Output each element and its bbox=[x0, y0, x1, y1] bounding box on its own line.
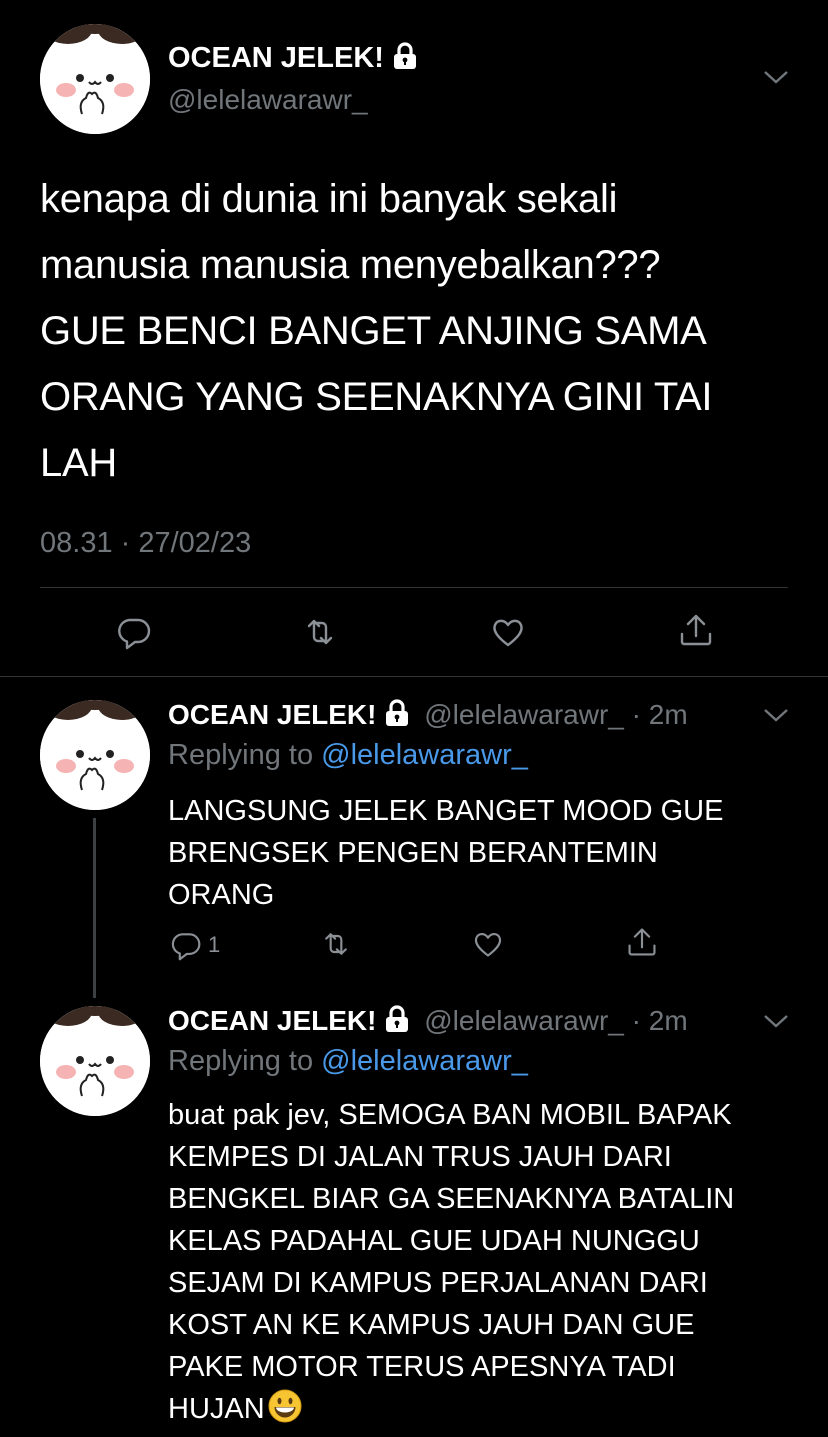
reply-count: 1 bbox=[208, 932, 221, 957]
avatar[interactable] bbox=[40, 700, 150, 810]
reply-line: PAKE MOTOR TERUS APESNYA TADI bbox=[168, 1351, 676, 1383]
author-line: OCEAN JELEK! bbox=[168, 40, 418, 79]
reply-header: OCEAN JELEK! @lelelawarawr_ · 2m bbox=[168, 698, 688, 735]
reply-icon[interactable] bbox=[170, 929, 202, 961]
chevron-down-icon[interactable] bbox=[762, 706, 790, 724]
tweet-line: LAH bbox=[40, 441, 117, 485]
lock-icon bbox=[392, 42, 418, 79]
chevron-down-icon[interactable] bbox=[762, 1012, 790, 1030]
replying-to: Replying to @lelelawarawr_ bbox=[168, 738, 528, 772]
reply-text: LANGSUNG JELEK BANGET MOOD GUE BRENGSEK … bbox=[168, 790, 723, 916]
timestamp[interactable]: 08.31 · 27/02/23 bbox=[40, 527, 251, 560]
chevron-down-icon[interactable] bbox=[762, 68, 790, 86]
display-name[interactable]: OCEAN JELEK! bbox=[168, 699, 376, 730]
divider bbox=[0, 676, 828, 677]
reply-line: HUJAN bbox=[168, 1393, 265, 1425]
tweet-line: kenapa di dunia ini banyak sekali bbox=[40, 177, 618, 221]
handle-time[interactable]: @lelelawarawr_ · 2m bbox=[424, 1005, 687, 1036]
reply-icon[interactable] bbox=[116, 614, 152, 650]
reply-line: SEJAM DI KAMPUS PERJALANAN DARI bbox=[168, 1267, 708, 1299]
reply-line: buat pak jev, SEMOGA BAN MOBIL BAPAK bbox=[168, 1099, 732, 1131]
avatar[interactable] bbox=[40, 1006, 150, 1116]
reply-line: BRENGSEK PENGEN BERANTEMIN bbox=[168, 837, 658, 869]
display-name[interactable]: OCEAN JELEK! bbox=[168, 42, 384, 74]
heart-icon[interactable] bbox=[490, 614, 526, 650]
retweet-icon[interactable] bbox=[302, 614, 338, 650]
replying-to-link[interactable]: @lelelawarawr_ bbox=[321, 739, 528, 771]
reply-header: OCEAN JELEK! @lelelawarawr_ · 2m bbox=[168, 1004, 688, 1041]
heart-icon[interactable] bbox=[472, 928, 504, 960]
lock-icon bbox=[384, 699, 410, 735]
reply-line: ORANG bbox=[168, 879, 275, 911]
lock-icon bbox=[384, 1005, 410, 1041]
reply-line: KELAS PADAHAL GUE UDAH NUNGGU bbox=[168, 1225, 700, 1257]
handle-time[interactable]: @lelelawarawr_ · 2m bbox=[424, 699, 687, 730]
divider bbox=[40, 587, 788, 588]
handle[interactable]: @lelelawarawr_ bbox=[168, 84, 368, 116]
display-name[interactable]: OCEAN JELEK! bbox=[168, 1005, 376, 1036]
reply-line: KOST AN KE KAMPUS JAUH DAN GUE bbox=[168, 1309, 695, 1341]
replying-to-link[interactable]: @lelelawarawr_ bbox=[321, 1045, 528, 1077]
replying-prefix: Replying to bbox=[168, 1045, 322, 1077]
avatar[interactable] bbox=[40, 24, 150, 134]
replying-to: Replying to @lelelawarawr_ bbox=[168, 1044, 528, 1078]
grinning-emoji-icon bbox=[267, 1388, 303, 1436]
tweet-line: GUE BENCI BANGET ANJING SAMA bbox=[40, 309, 707, 353]
reply-line: KEMPES DI JALAN TRUS JAUH DARI bbox=[168, 1141, 672, 1173]
tweet-line: manusia manusia menyebalkan??? bbox=[40, 243, 661, 287]
reply-line-last: HUJAN bbox=[168, 1388, 734, 1436]
tweet-line: ORANG YANG SEENAKNYA GINI TAI bbox=[40, 375, 713, 419]
reply-line: LANGSUNG JELEK BANGET MOOD GUE bbox=[168, 795, 724, 827]
share-icon[interactable] bbox=[626, 926, 658, 958]
thread-line bbox=[93, 818, 96, 998]
replying-prefix: Replying to bbox=[168, 739, 322, 771]
reply-text: buat pak jev, SEMOGA BAN MOBIL BAPAK KEM… bbox=[168, 1094, 734, 1436]
retweet-icon[interactable] bbox=[320, 928, 352, 960]
reply-line: BENGKEL BIAR GA SEENAKNYA BATALIN bbox=[168, 1183, 735, 1215]
reply-action[interactable]: 1 bbox=[170, 928, 220, 962]
tweet-text: kenapa di dunia ini banyak sekali manusi… bbox=[40, 166, 713, 496]
share-icon[interactable] bbox=[678, 612, 714, 648]
